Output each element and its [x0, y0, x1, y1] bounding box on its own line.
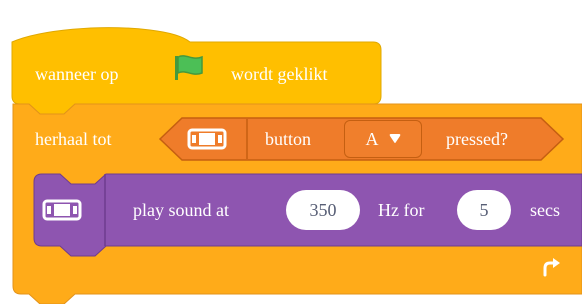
hat-text-clicked: wordt geklikt [231, 64, 328, 84]
scratch-script [11, 27, 582, 304]
frequency-input[interactable]: 350 [286, 190, 360, 230]
chevron-down-icon [389, 134, 400, 143]
dropdown-value: A [365, 128, 379, 149]
button-dropdown[interactable]: A [344, 120, 422, 158]
hat-text-when: wanneer op [35, 64, 119, 84]
sound-text-play: play sound at [133, 200, 229, 220]
duration-input[interactable]: 5 [457, 190, 511, 230]
condition-text-button: button [265, 129, 312, 149]
sound-text-secs: secs [530, 200, 560, 220]
condition-text-pressed: pressed? [446, 129, 508, 149]
sound-text-hz: Hz for [378, 200, 425, 220]
repeat-until-label: herhaal tot [35, 129, 112, 149]
